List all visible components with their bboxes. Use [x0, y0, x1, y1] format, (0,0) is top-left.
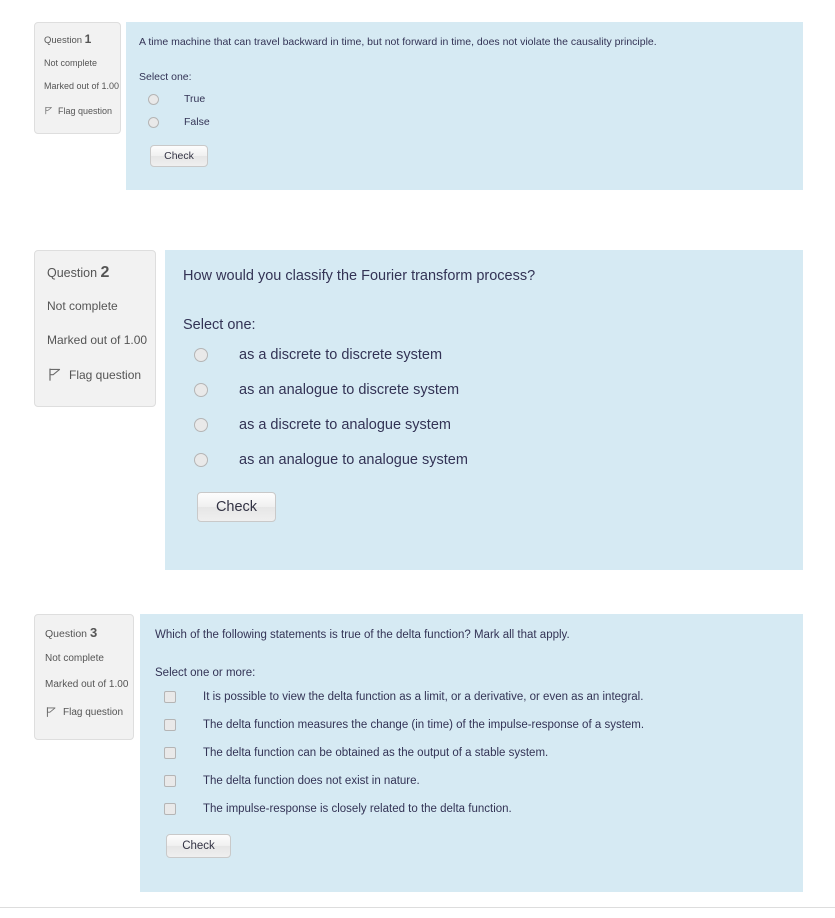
flag-question-2[interactable]: Flag question	[47, 367, 144, 382]
question-info-panel-3: Question 3 Not complete Marked out of 1.…	[34, 614, 134, 740]
check-button[interactable]: Check	[197, 492, 276, 522]
question-number-label: Question	[44, 35, 83, 46]
check-button[interactable]: Check	[166, 834, 231, 858]
check-button[interactable]: Check	[150, 145, 208, 167]
radio-button[interactable]	[194, 453, 208, 467]
question-state-1: Not complete	[44, 58, 98, 68]
option-label: The delta function does not exist in nat…	[203, 775, 420, 787]
question-marked-out-of-1: Marked out of 1.00	[44, 81, 120, 91]
question-marked-out-of-3: Marked out of 1.00	[45, 679, 129, 690]
question-text-3: Which of the following statements is tru…	[155, 629, 570, 641]
flag-icon	[44, 105, 53, 116]
option-row[interactable]: The delta function can be obtained as th…	[155, 747, 803, 759]
option-row[interactable]: The delta function does not exist in nat…	[155, 775, 803, 787]
question-state-2: Not complete	[47, 299, 118, 313]
question-number-label: Question	[47, 266, 98, 280]
option-row[interactable]: as an analogue to analogue system	[183, 452, 803, 468]
option-label: The delta function can be obtained as th…	[203, 747, 549, 759]
flag-icon	[45, 706, 57, 718]
question-content-panel-3: Which of the following statements is tru…	[140, 614, 803, 892]
question-number-1: Question 1	[44, 32, 112, 46]
question-info-panel-2: Question 2 Not complete Marked out of 1.…	[34, 250, 156, 407]
question-state-3: Not complete	[45, 653, 104, 664]
flag-icon	[47, 367, 62, 382]
option-label: as a discrete to analogue system	[239, 417, 451, 433]
question-block-1: Question 1 Not complete Marked out of 1.…	[34, 22, 803, 190]
option-label: as a discrete to discrete system	[239, 347, 443, 363]
option-label: It is possible to view the delta functio…	[203, 691, 644, 703]
question-number-value: 2	[100, 264, 110, 281]
option-label: The impulse-response is closely related …	[203, 803, 512, 815]
checkbox-input[interactable]	[164, 691, 176, 703]
question-number-3: Question 3	[45, 625, 124, 640]
option-label: False	[184, 116, 210, 128]
option-label: True	[184, 93, 206, 105]
question-text-1: A time machine that can travel backward …	[139, 36, 657, 48]
option-row[interactable]: as a discrete to discrete system	[183, 347, 803, 363]
option-row[interactable]: True	[139, 93, 803, 105]
option-row[interactable]: The impulse-response is closely related …	[155, 803, 803, 815]
radio-button[interactable]	[194, 418, 208, 432]
option-row[interactable]: The delta function measures the change (…	[155, 719, 803, 731]
checkbox-input[interactable]	[164, 747, 176, 759]
flag-question-label: Flag question	[63, 706, 124, 718]
question-marked-out-of-2: Marked out of 1.00	[47, 333, 148, 347]
question-block-3: Question 3 Not complete Marked out of 1.…	[34, 614, 803, 892]
flag-question-label: Flag question	[57, 105, 112, 116]
option-row[interactable]: It is possible to view the delta functio…	[155, 691, 803, 703]
option-row[interactable]: as an analogue to discrete system	[183, 382, 803, 398]
checkbox-input[interactable]	[164, 803, 176, 815]
select-instruction-3: Select one or more:	[155, 667, 256, 679]
question-content-panel-2: How would you classify the Fourier trans…	[165, 250, 803, 570]
question-number-value: 1	[84, 32, 92, 46]
question-info-panel-1: Question 1 Not complete Marked out of 1.…	[34, 22, 121, 134]
question-number-2: Question 2	[47, 264, 144, 282]
checkbox-input[interactable]	[164, 719, 176, 731]
radio-button[interactable]	[194, 348, 208, 362]
option-label: The delta function measures the change (…	[203, 719, 645, 731]
option-label: as an analogue to discrete system	[239, 382, 460, 398]
flag-question-1[interactable]: Flag question	[44, 105, 112, 116]
select-instruction-1: Select one:	[139, 71, 192, 83]
select-instruction-2: Select one:	[183, 317, 256, 333]
option-row[interactable]: False	[139, 116, 803, 128]
question-block-2: Question 2 Not complete Marked out of 1.…	[34, 250, 803, 570]
question-text-2: How would you classify the Fourier trans…	[183, 268, 536, 284]
radio-button[interactable]	[148, 93, 159, 105]
question-number-label: Question	[45, 628, 88, 640]
radio-button[interactable]	[194, 383, 208, 397]
page-bottom-divider	[0, 907, 835, 908]
flag-question-3[interactable]: Flag question	[45, 706, 124, 718]
question-number-value: 3	[89, 625, 98, 640]
question-content-panel-1: A time machine that can travel backward …	[126, 22, 803, 190]
option-row[interactable]: as a discrete to analogue system	[183, 417, 803, 433]
flag-question-label: Flag question	[69, 367, 142, 382]
radio-button[interactable]	[148, 116, 159, 128]
option-label: as an analogue to analogue system	[239, 452, 468, 468]
checkbox-input[interactable]	[164, 775, 176, 787]
